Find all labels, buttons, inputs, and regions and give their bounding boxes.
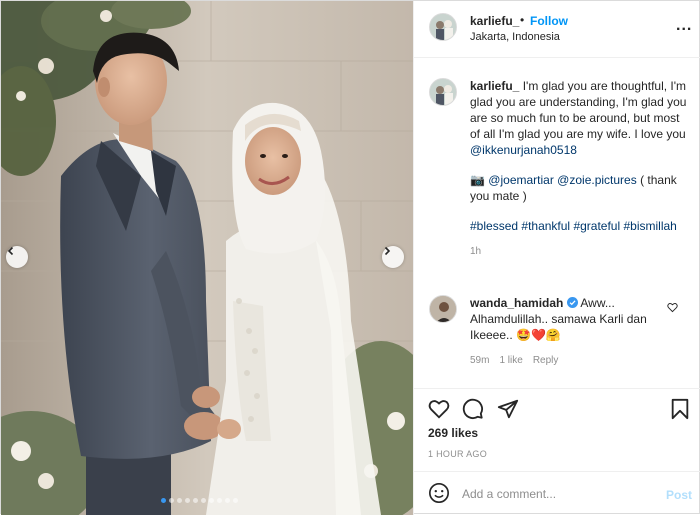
carousel-dot — [225, 498, 230, 503]
caption-credits: 📷 @joemartiar @zoie.pictures ( thank you… — [470, 172, 692, 204]
carousel-dot — [217, 498, 222, 503]
comment-like-count[interactable]: 1 like — [499, 353, 522, 369]
hashtag-thankful[interactable]: #thankful — [521, 219, 570, 233]
post-timestamp[interactable]: 1 HOUR AGO — [428, 449, 487, 459]
previous-photo-button[interactable] — [6, 246, 28, 268]
credit-mention-zoie[interactable]: @zoie.pictures — [557, 173, 637, 187]
comment-input[interactable] — [462, 482, 652, 506]
hashtag-grateful[interactable]: #grateful — [573, 219, 620, 233]
author-avatar[interactable] — [429, 13, 457, 41]
carousel-indicator — [161, 498, 238, 503]
comment-emojis: 🤩❤️🤗 — [516, 328, 561, 342]
hashtag-blessed[interactable]: #blessed — [470, 219, 518, 233]
carousel-dot — [193, 498, 198, 503]
like-count[interactable]: 269 likes — [428, 426, 478, 440]
chevron-right-icon — [384, 246, 391, 256]
comment-meta: 59m 1 like Reply — [470, 353, 670, 369]
carousel-dot — [209, 498, 214, 503]
post-header: karliefu_ • Follow Jakarta, Indonesia ..… — [414, 1, 700, 58]
more-options-button[interactable]: ... — [676, 17, 692, 35]
post-photo[interactable] — [1, 1, 413, 515]
camera-icon: 📷 — [470, 173, 485, 187]
paper-plane-icon[interactable] — [497, 398, 519, 420]
instagram-post: karliefu_ • Follow Jakarta, Indonesia ..… — [0, 0, 700, 515]
carousel-dot — [233, 498, 238, 503]
post-caption: karliefu_ I'm glad you are thoughtful, I… — [429, 78, 692, 260]
carousel-dot — [201, 498, 206, 503]
caption-username[interactable]: karliefu_ — [470, 79, 519, 93]
bookmark-icon[interactable] — [670, 398, 690, 420]
commenter-username[interactable]: wanda_hamidah — [470, 296, 563, 310]
caption-mention[interactable]: @ikkenurjanah0518 — [470, 143, 577, 157]
carousel-dot — [161, 498, 166, 503]
verified-badge-icon — [566, 297, 578, 308]
comment-age[interactable]: 59m — [470, 353, 489, 369]
smiley-icon[interactable] — [428, 482, 450, 504]
carousel-dot — [169, 498, 174, 503]
comment-like-heart-icon[interactable] — [667, 302, 678, 313]
post-actions — [414, 388, 700, 428]
wedding-photo-illustration — [1, 1, 413, 515]
caption-hashtags: #blessed #thankful #grateful #bismillah — [470, 218, 692, 234]
comment-wanda: wanda_hamidah Aww... Alhamdulillah.. sam… — [429, 295, 670, 369]
post-side-panel: karliefu_ • Follow Jakarta, Indonesia ..… — [413, 1, 700, 515]
caption-avatar[interactable] — [429, 78, 457, 106]
separator-bullet: • — [520, 13, 525, 27]
comment-bubble-icon[interactable] — [462, 398, 484, 420]
author-username[interactable]: karliefu_ — [470, 14, 519, 28]
hashtag-bismillah[interactable]: #bismillah — [623, 219, 676, 233]
chevron-left-icon — [7, 246, 14, 256]
credit-mention-joemartiar[interactable]: @joemartiar — [488, 173, 554, 187]
comments-section[interactable]: karliefu_ I'm glad you are thoughtful, I… — [414, 58, 700, 388]
add-comment-bar: Post — [414, 471, 700, 515]
comment-reply-button[interactable]: Reply — [533, 353, 559, 369]
commenter-avatar[interactable] — [429, 295, 457, 323]
carousel-dot — [177, 498, 182, 503]
heart-icon[interactable] — [428, 398, 450, 420]
follow-button[interactable]: Follow — [530, 14, 568, 28]
carousel-dot — [185, 498, 190, 503]
caption-age[interactable]: 1h — [470, 244, 692, 260]
next-photo-button[interactable] — [382, 246, 404, 268]
post-location[interactable]: Jakarta, Indonesia — [470, 31, 560, 43]
post-comment-button[interactable]: Post — [666, 488, 692, 502]
